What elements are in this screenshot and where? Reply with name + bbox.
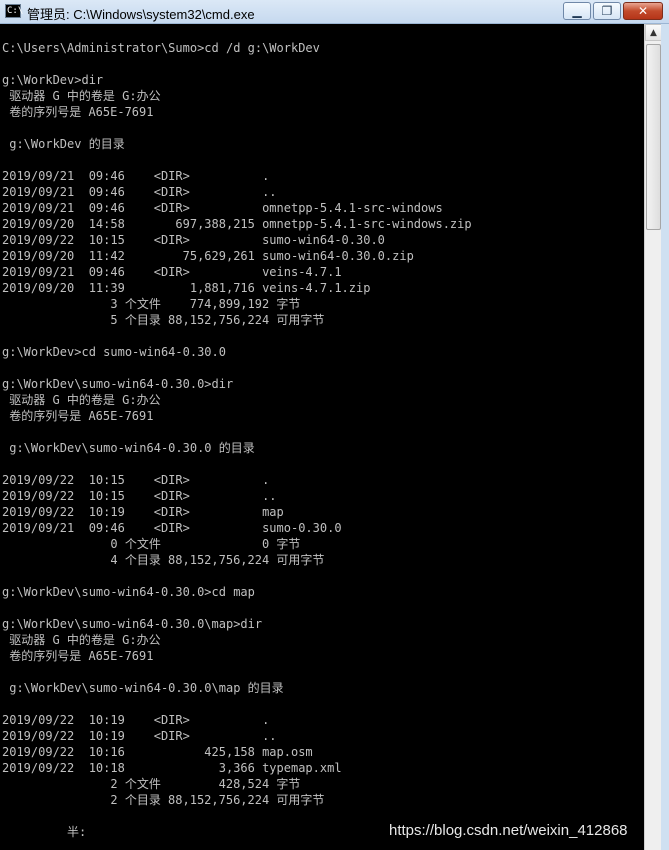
console-line: 卷的序列号是 A65E-7691 [2,409,154,423]
console-line: 2019/09/20 11:39 1,881,716 veins-4.7.1.z… [2,281,371,295]
console-line: 驱动器 G 中的卷是 G:办公 [2,89,161,103]
console-line: 驱动器 G 中的卷是 G:办公 [2,393,161,407]
close-button[interactable]: ✕ [623,2,663,20]
console-line: 2019/09/22 10:19 <DIR> .. [2,729,277,743]
console-line: 2019/09/22 10:19 <DIR> . [2,713,270,727]
console-line: 2019/09/22 10:15 <DIR> .. [2,489,277,503]
console-line: C:\Users\Administrator\Sumo>cd /d g:\Wor… [2,41,320,55]
console-line: 2 个目录 88,152,756,224 可用字节 [2,793,325,807]
console-line: 2019/09/20 11:42 75,629,261 sumo-win64-0… [2,249,414,263]
console-line: g:\WorkDev>dir [2,73,104,87]
console-line: 5 个目录 88,152,756,224 可用字节 [2,313,325,327]
console-line: 2019/09/21 09:46 <DIR> . [2,169,270,183]
console-line: 卷的序列号是 A65E-7691 [2,105,154,119]
console-line: g:\WorkDev\sumo-win64-0.30.0\map>dir [2,617,263,631]
watermark-text: https://blog.csdn.net/weixin_412868 [389,822,628,839]
console-line: g:\WorkDev\sumo-win64-0.30.0>cd map [2,585,255,599]
vertical-scrollbar[interactable]: ▲ [644,24,662,850]
console-line: 2019/09/20 14:58 697,388,215 omnetpp-5.4… [2,217,472,231]
maximize-button[interactable]: ❐ [593,2,621,20]
console-line: 2019/09/22 10:15 <DIR> . [2,473,270,487]
console-output[interactable]: C:\Users\Administrator\Sumo>cd /d g:\Wor… [0,24,644,850]
window-title: 管理员: C:\Windows\system32\cmd.exe [27,7,255,22]
console-line: 2019/09/22 10:15 <DIR> sumo-win64-0.30.0 [2,233,385,247]
console-line: g:\WorkDev\sumo-win64-0.30.0 的目录 [2,441,255,455]
console-line: g:\WorkDev>cd sumo-win64-0.30.0 [2,345,226,359]
console-line: 2019/09/22 10:18 3,366 typemap.xml [2,761,342,775]
window-controls: ▁ ❐ ✕ [563,2,663,20]
minimize-button[interactable]: ▁ [563,2,591,20]
console-line: 4 个目录 88,152,756,224 可用字节 [2,553,325,567]
title-bar[interactable]: C:\ 管理员: C:\Windows\system32\cmd.exe ▁ ❐… [0,0,669,24]
console-line: 2019/09/22 10:19 <DIR> map [2,505,284,519]
console-line: g:\WorkDev\sumo-win64-0.30.0\map 的目录 [2,681,284,695]
console-line: 0 个文件 0 字节 [2,537,301,551]
scroll-up-arrow-icon[interactable]: ▲ [645,24,662,41]
console-line: 2019/09/21 09:46 <DIR> .. [2,185,277,199]
cmd-window: C:\ 管理员: C:\Windows\system32\cmd.exe ▁ ❐… [0,0,669,850]
console-line: 3 个文件 774,899,192 字节 [2,297,301,311]
console-line: 驱动器 G 中的卷是 G:办公 [2,633,161,647]
window-right-frame [661,24,669,850]
console-line: 2 个文件 428,524 字节 [2,777,301,791]
scroll-thumb[interactable] [646,44,661,230]
console-line: 卷的序列号是 A65E-7691 [2,649,154,663]
cmd-app-icon[interactable]: C:\ [5,4,23,18]
console-line: 2019/09/21 09:46 <DIR> veins-4.7.1 [2,265,342,279]
console-line: 2019/09/22 10:16 425,158 map.osm [2,745,313,759]
console-line: g:\WorkDev 的目录 [2,137,125,151]
console-line: 2019/09/21 09:46 <DIR> omnetpp-5.4.1-src… [2,201,443,215]
console-line: g:\WorkDev\sumo-win64-0.30.0>dir [2,377,234,391]
console-line: 2019/09/21 09:46 <DIR> sumo-0.30.0 [2,521,342,535]
